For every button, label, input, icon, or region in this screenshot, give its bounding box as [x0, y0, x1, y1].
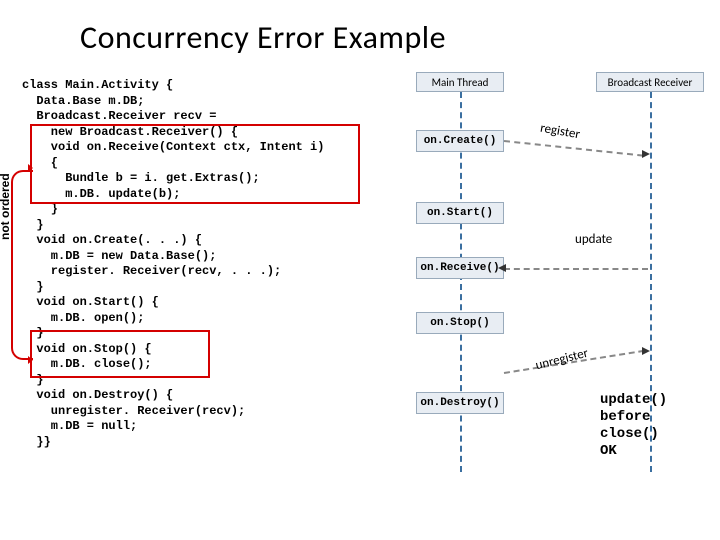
call-oncreate: on.Create() — [416, 130, 504, 152]
call-onreceive: on.Receive() — [416, 257, 504, 279]
highlight-onreceive — [30, 124, 360, 204]
label-unregister: unregister — [534, 346, 590, 374]
slide-title: Concurrency Error Example — [0, 0, 720, 57]
conclusion-l3: close() — [600, 426, 667, 443]
label-register: register — [539, 121, 581, 143]
highlight-onstop — [30, 330, 210, 378]
conclusion-l4: OK — [600, 443, 667, 460]
arrow-update-head — [498, 264, 506, 272]
conclusion-text: update() before close() OK — [600, 392, 667, 460]
not-ordered-arc — [11, 170, 33, 360]
arrow-register — [504, 140, 643, 157]
call-ondestroy: on.Destroy() — [416, 392, 504, 414]
arrow-unregister-head — [642, 347, 650, 355]
arc-arrow-bottom — [28, 356, 33, 364]
conclusion-l2: before — [600, 409, 667, 426]
conclusion-l1: update() — [600, 392, 667, 409]
arrow-update — [504, 268, 648, 270]
call-onstart: on.Start() — [416, 202, 504, 224]
label-update: update — [575, 232, 612, 247]
header-main-thread: Main Thread — [416, 72, 504, 92]
arc-arrow-top — [28, 164, 33, 172]
header-broadcast-receiver: Broadcast Receiver — [596, 72, 704, 92]
sequence-diagram: Main Thread Broadcast Receiver on.Create… — [380, 72, 710, 512]
call-onstop: on.Stop() — [416, 312, 504, 334]
arrow-register-head — [642, 150, 650, 158]
